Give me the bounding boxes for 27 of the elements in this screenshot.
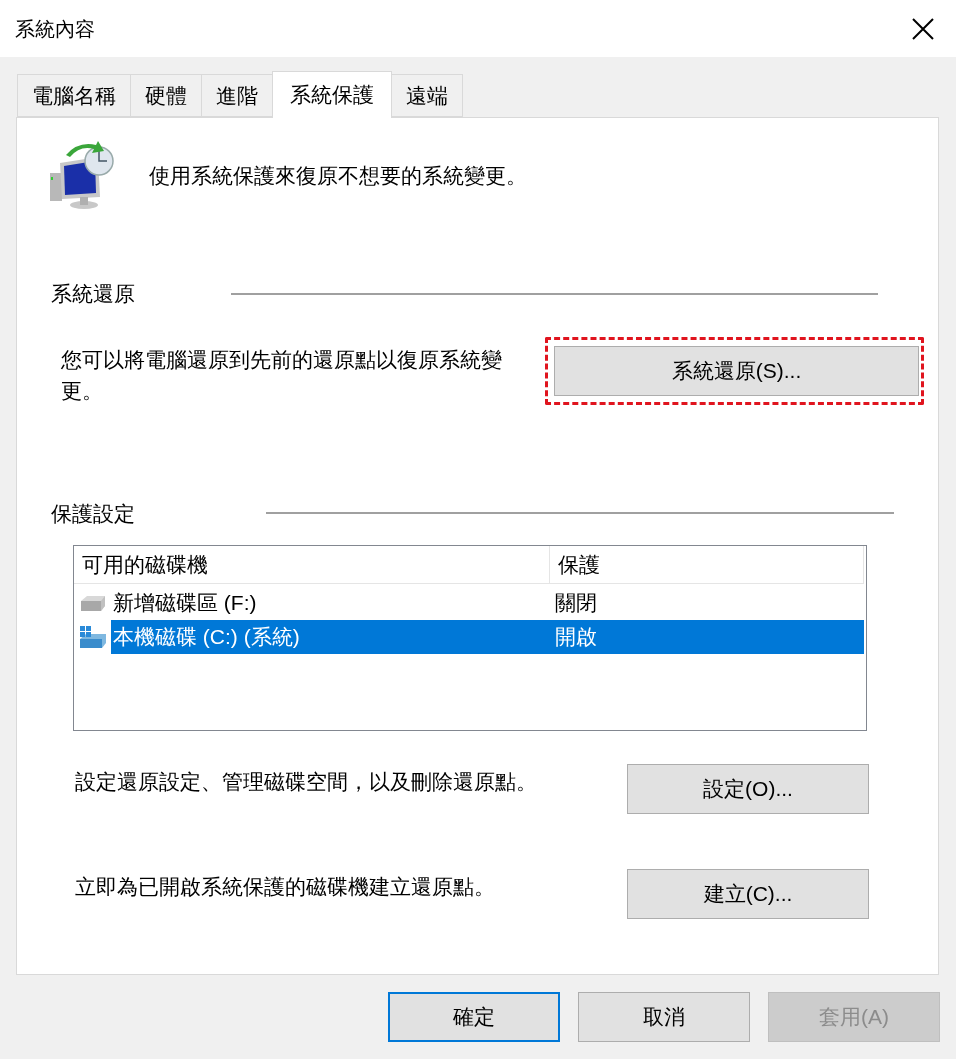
protection-status: 開啟 [555,624,597,651]
drive-icon [78,593,107,613]
description-text: 立即為已開啟系統保護的磁碟機建立還原點。 [75,874,496,900]
tab[interactable]: 電腦名稱 [17,74,131,117]
list-row[interactable]: 本機磁碟 (C:) (系統) 開啟 [111,620,864,654]
description-text: 您可以將電腦還原到先前的還原點以復原系統變更。 [61,346,503,404]
intro-text: 使用系統保護來復原不想要的系統變更。 [149,163,527,190]
system-drive-icon [77,625,108,649]
ok-button[interactable]: 確定 [388,992,560,1042]
cancel-button[interactable]: 取消 [578,992,750,1042]
tab[interactable]: 進階 [201,74,273,117]
close-icon[interactable] [912,17,934,40]
tab[interactable]: 硬體 [130,74,202,117]
tab[interactable]: 系統保護 [272,71,392,118]
create-button[interactable]: 建立(C)... [627,869,869,919]
column-header[interactable]: 保護 [550,546,864,583]
protection-status: 關閉 [555,590,597,617]
settings-button[interactable]: 設定(O)... [627,764,869,814]
window-title: 系統內容 [15,16,95,42]
column-header[interactable]: 可用的磁碟機 [74,546,550,583]
system-restore-button[interactable]: 系統還原(S)... [554,345,919,396]
description-text: 設定還原設定、管理磁碟空間，以及刪除還原點。 [75,769,538,795]
drive-name: 本機磁碟 (C:) (系統) [112,624,301,651]
drive-name: 新增磁碟區 (F:) [112,590,258,617]
section-title: 保護設定 [51,500,136,527]
tab[interactable]: 遠端 [391,74,463,117]
section-title: 系統還原 [51,281,136,307]
